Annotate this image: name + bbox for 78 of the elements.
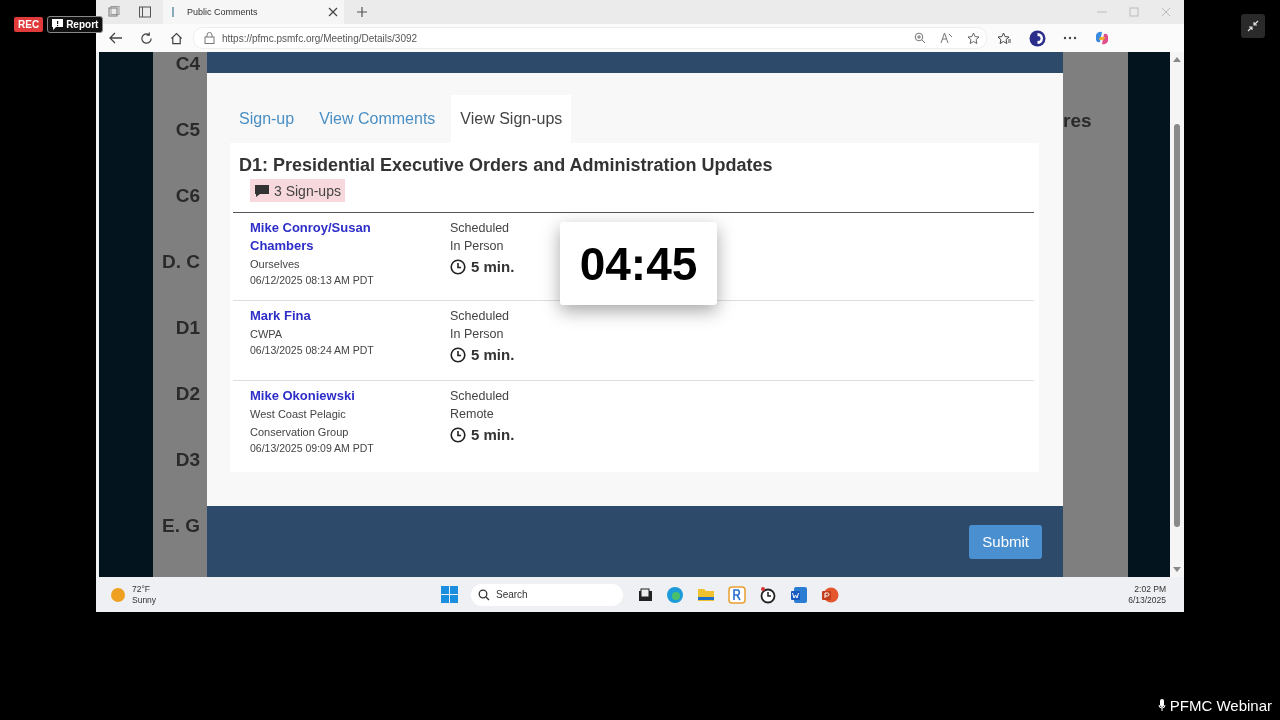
scroll-up-icon[interactable] [1173, 56, 1181, 62]
taskbar-search-field[interactable]: Search [471, 583, 623, 606]
background-heading: D3 [175, 449, 200, 471]
address-bar[interactable]: https://pfmc.psmfc.org/Meeting/Details/3092 [193, 27, 987, 49]
timestamp: 06/12/2025 08:13 AM PDT [250, 273, 374, 287]
clock-time: 2:02 PM [1134, 583, 1166, 595]
weather-condition: Sunny [132, 594, 157, 606]
collapse-icon [1247, 20, 1259, 32]
background-heading: D2 [175, 383, 200, 405]
signup-status: Scheduled [450, 220, 510, 237]
new-tab-icon[interactable] [356, 6, 368, 18]
timestamp: 06/13/2025 09:09 AM PDT [250, 441, 374, 455]
background-heading: C5 [175, 119, 200, 141]
recording-badge: REC [14, 17, 44, 32]
timestamp: 06/13/2025 08:24 AM PDT [250, 343, 374, 357]
clock-app-icon[interactable] [759, 585, 777, 604]
background-heading: res [1063, 110, 1092, 132]
word-app-icon[interactable] [790, 585, 808, 604]
microphone-icon [1157, 699, 1166, 712]
powerpoint-app-icon[interactable] [821, 585, 839, 604]
scroll-down-icon[interactable] [1173, 567, 1181, 573]
r-app-icon[interactable] [728, 585, 746, 604]
refresh-icon[interactable] [140, 31, 153, 45]
read-aloud-icon[interactable] [940, 32, 953, 44]
signup-status: Scheduled [450, 308, 510, 325]
organization: Ourselves [250, 257, 300, 272]
tab-actions-icon[interactable] [138, 5, 152, 19]
report-icon [52, 19, 64, 30]
background-heading: D1 [175, 317, 200, 339]
profile-icon[interactable] [1029, 29, 1046, 47]
organization: CWPA [250, 327, 283, 342]
tab-title: Public Comments [187, 7, 259, 17]
commenter-name-link[interactable]: Mike Okoniewski [250, 387, 355, 405]
browser-tab[interactable]: Public Comments [163, 0, 344, 24]
comment-icon [254, 183, 270, 198]
attendance-mode: In Person [450, 238, 504, 255]
temperature: 72°F [132, 583, 152, 595]
zoom-icon[interactable] [914, 32, 926, 44]
more-icon[interactable] [1063, 36, 1077, 40]
tab[interactable]: View Sign-ups [451, 95, 572, 143]
task-view-icon[interactable] [638, 587, 653, 602]
report-button[interactable]: Report [47, 16, 104, 33]
organization: West Coast Pelagic Conservation Group [250, 407, 350, 440]
background-heading: C4 [175, 53, 200, 75]
countdown-timer: 04:45 [560, 222, 717, 305]
url-text: https://pfmc.psmfc.org/Meeting/Details/3092 [222, 32, 418, 44]
attendance-mode: In Person [450, 326, 504, 343]
browser-app-icon[interactable] [666, 585, 684, 604]
attendance-mode: Remote [450, 406, 494, 423]
signup-count: 3 Sign-ups [274, 182, 341, 199]
clock-icon [450, 427, 466, 443]
back-icon[interactable] [109, 32, 123, 44]
favorites-icon[interactable] [997, 31, 1012, 45]
background-heading: E. G [162, 515, 200, 537]
speaking-duration: 5 min. [471, 345, 515, 365]
star-icon[interactable] [967, 31, 980, 45]
commenter-name-link[interactable]: Mike Conroy/Susan Chambers [250, 219, 400, 255]
speaking-duration: 5 min. [471, 257, 515, 277]
webinar-label: PFMC Webinar [1169, 697, 1272, 714]
speaking-duration: 5 min. [471, 425, 515, 445]
clock-icon [450, 347, 466, 363]
start-icon[interactable] [441, 586, 458, 603]
exit-fullscreen-button[interactable] [1241, 14, 1265, 38]
close-icon[interactable] [328, 7, 338, 17]
signup-status: Scheduled [450, 388, 510, 405]
scrollbar-thumb[interactable] [1174, 124, 1180, 527]
lock-icon [204, 32, 215, 44]
commenter-name-link[interactable]: Mark Fina [250, 307, 311, 325]
folder-icon[interactable] [697, 586, 715, 603]
copilot-icon[interactable] [1094, 30, 1110, 46]
clock-icon [450, 259, 466, 275]
agenda-item-title: D1: Presidential Executive Orders and Administration Updates [239, 154, 774, 176]
background-heading: D. C [162, 251, 200, 273]
clock-date: 6/13/2025 [1128, 594, 1166, 606]
sun-icon [111, 587, 125, 602]
background-heading: C6 [175, 185, 200, 207]
home-icon[interactable] [170, 31, 183, 45]
workspaces-icon[interactable] [107, 5, 121, 19]
